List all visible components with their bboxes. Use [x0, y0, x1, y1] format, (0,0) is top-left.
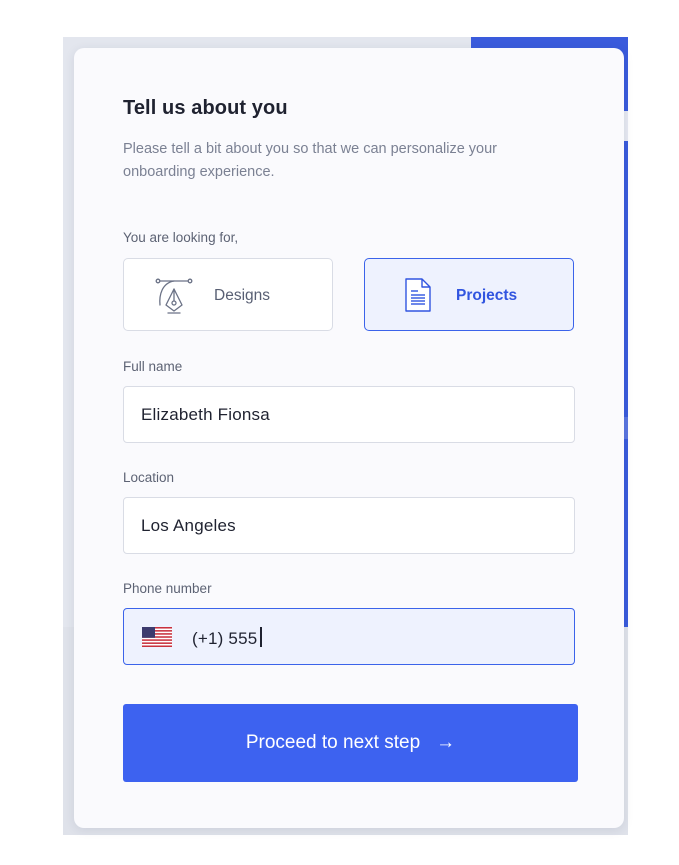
- full-name-value: Elizabeth Fionsa: [141, 405, 270, 424]
- option-designs-label: Designs: [214, 287, 270, 304]
- phone-field[interactable]: (+1) 555: [123, 608, 575, 665]
- option-projects-label: Projects: [456, 287, 518, 304]
- location-label: Location: [123, 470, 175, 485]
- text-caret: [260, 627, 262, 647]
- us-flag-icon[interactable]: [142, 627, 172, 647]
- location-value: Los Angeles: [141, 516, 236, 535]
- phone-value: (+1) 555: [192, 627, 262, 649]
- full-name-label: Full name: [123, 359, 183, 374]
- form-subtitle: Please tell a bit about you so that we c…: [123, 141, 498, 180]
- form-title: Tell us about you: [123, 97, 288, 119]
- full-name-field[interactable]: Elizabeth Fionsa: [123, 386, 575, 443]
- option-projects[interactable]: Projects: [364, 258, 574, 331]
- location-field[interactable]: Los Angeles: [123, 497, 575, 554]
- pen-tool-icon: [155, 278, 193, 314]
- option-designs[interactable]: Designs: [123, 258, 333, 331]
- proceed-button-label: Proceed to next step: [245, 732, 421, 753]
- document-icon: [405, 278, 431, 312]
- looking-for-label: You are looking for,: [123, 230, 239, 245]
- proceed-button[interactable]: Proceed to next step →: [123, 704, 578, 782]
- phone-label: Phone number: [123, 581, 212, 596]
- arrow-right-icon: →: [436, 732, 456, 753]
- onboarding-card: Tell us about you Please tell a bit abou…: [74, 48, 624, 828]
